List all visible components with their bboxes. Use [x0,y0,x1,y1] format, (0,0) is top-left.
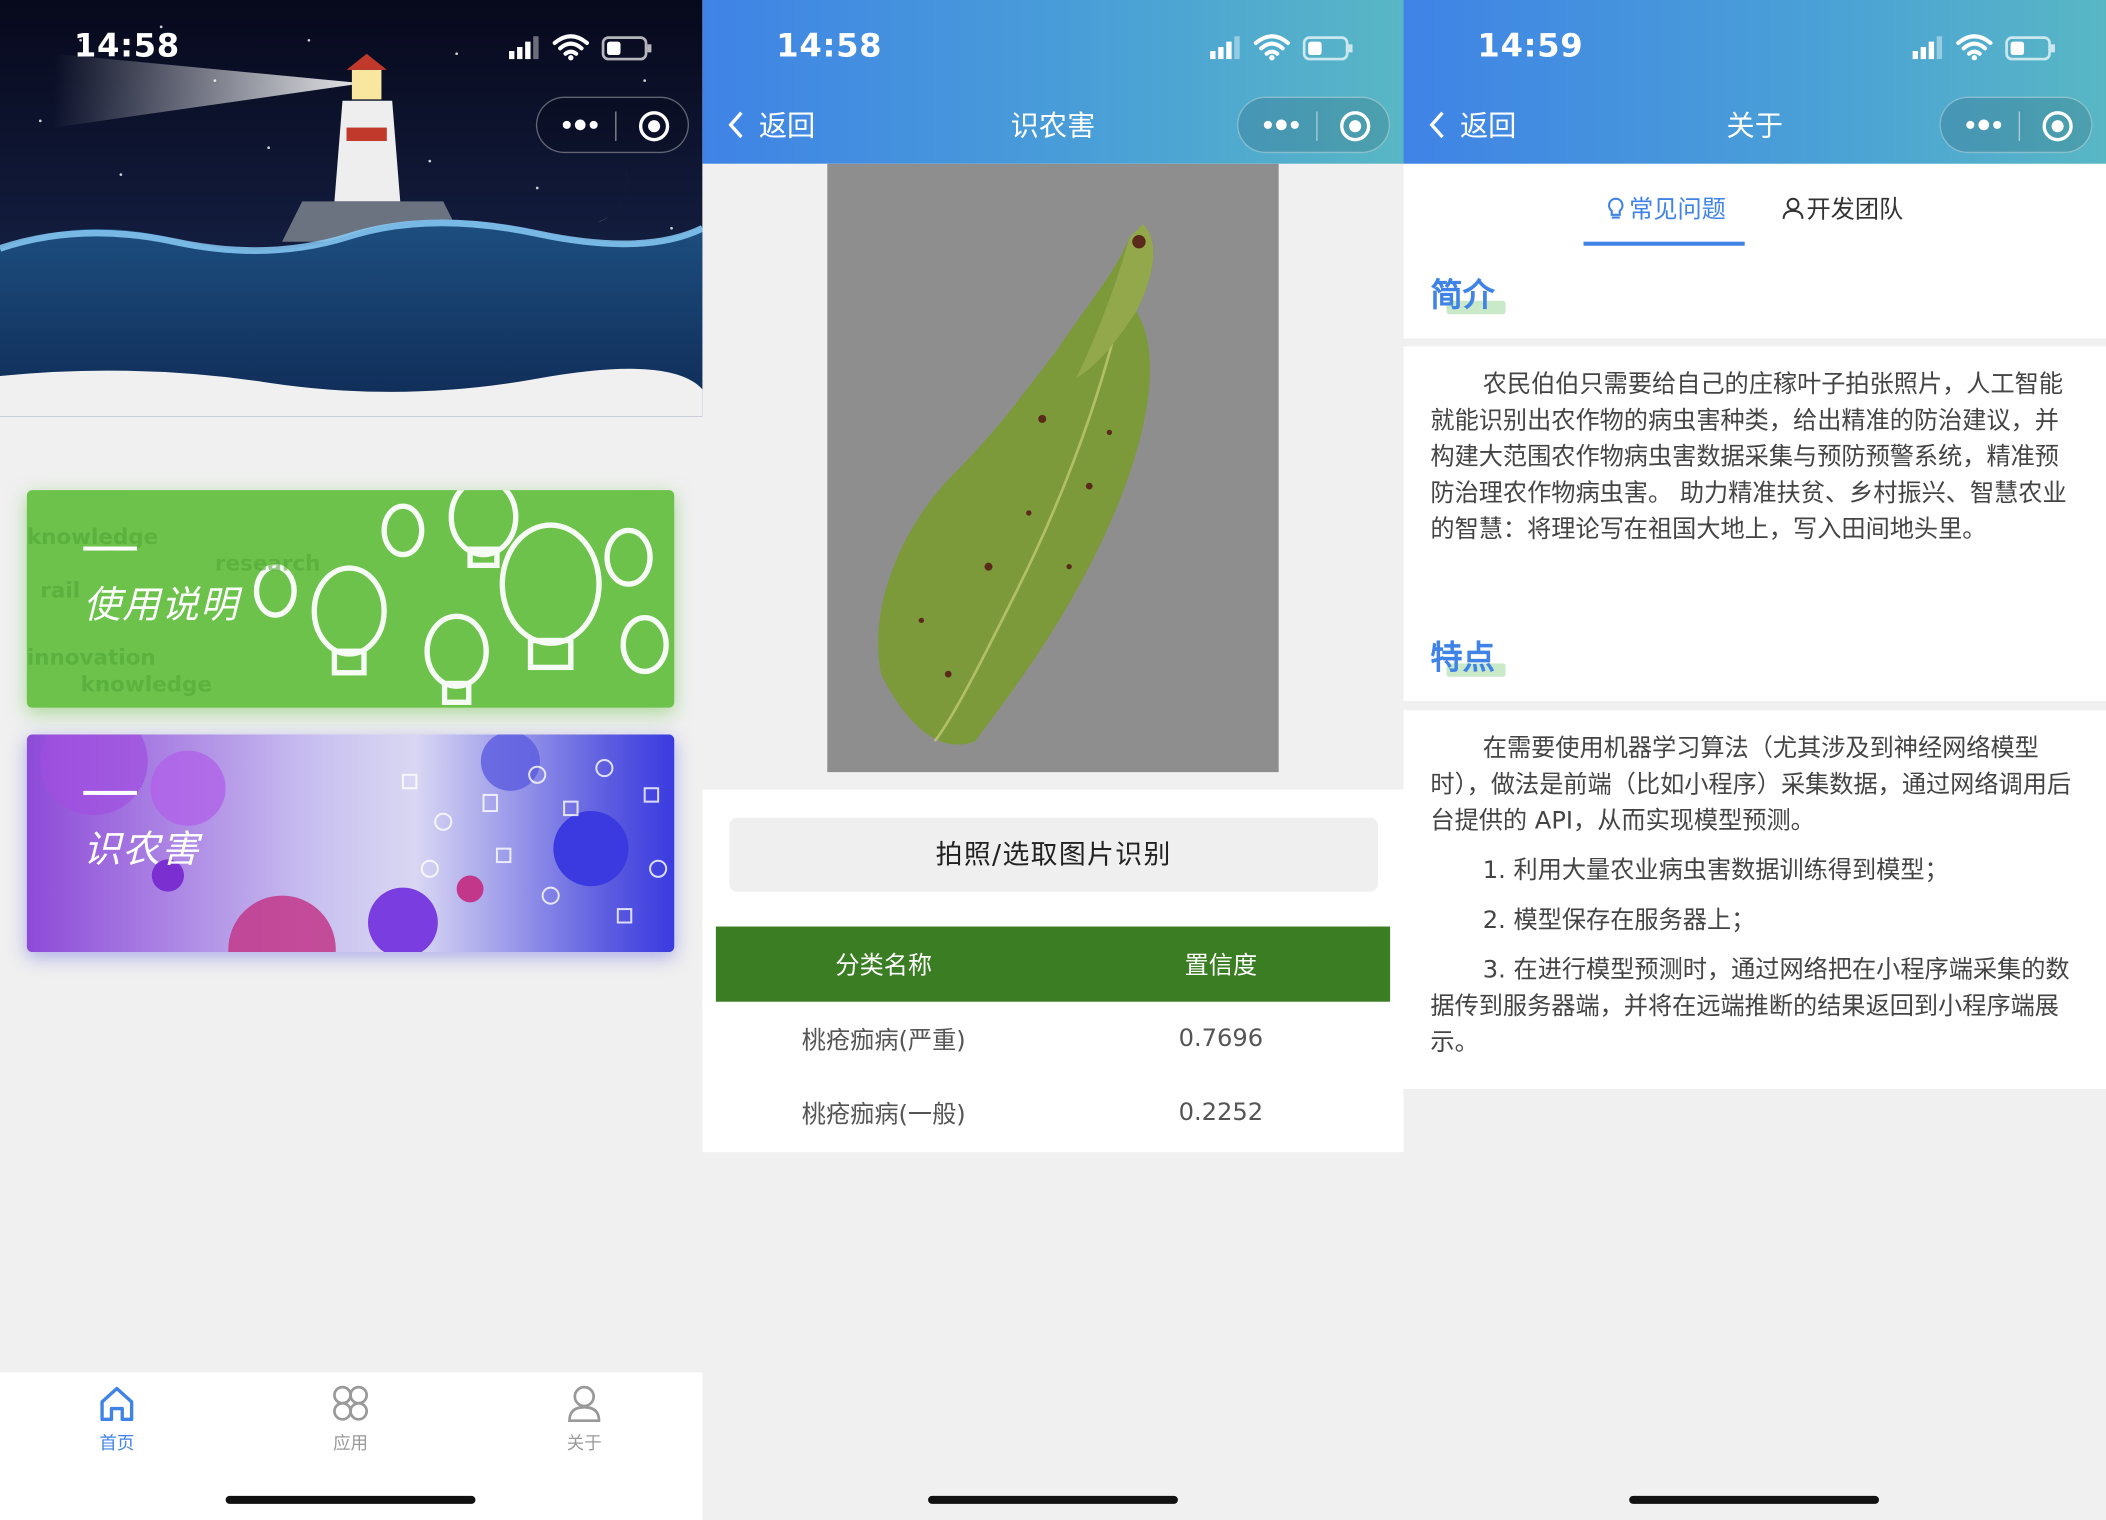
apps-icon [333,1385,369,1421]
svg-text:knowledge: knowledge [81,673,212,698]
status-icons [1210,32,1355,64]
result-table: 分类名称 置信度 桃疮痂病(严重) 0.7696 桃疮痂病(一般) 0.2252 [715,926,1391,1150]
user-icon [568,1385,601,1423]
features-title: 特点 [1430,639,1495,677]
intro-title: 简介 [1430,276,1495,315]
status-icons [509,32,654,64]
take-photo-button[interactable]: 拍照/选取图片识别 [729,817,1379,892]
tab-home[interactable]: 首页 [63,1383,170,1464]
column-header-class: 分类名称 [835,952,933,981]
photo-preview-area [702,163,1404,790]
status-time: 14:58 [73,26,180,65]
features-text: 在需要使用机器学习算法（尤其涉及到神经网络模型时），做法是前端（比如小程序）采集… [1430,734,2072,836]
tab-team-label: 开发团队 [1806,196,1904,225]
svg-text:rail: rail [40,579,80,604]
class-name-cell: 桃疮痂病(一般) [801,1100,966,1129]
mini-program-capsule [1939,96,2093,154]
home-indicator [1629,1495,1879,1504]
confidence-cell: 0.7696 [1178,1024,1264,1053]
result-panel: 拍照/选取图片识别 分类名称 置信度 桃疮痂病(严重) 0.7696 桃疮痂病(… [702,789,1404,1153]
bottom-tab-bar: 首页 应用 关于 [0,1372,703,1520]
more-icon[interactable] [560,111,600,138]
tab-about[interactable]: 关于 [531,1383,638,1464]
bulb-icon [1607,197,1624,219]
leaf-photo [827,163,1279,773]
column-header-confidence: 置信度 [1184,952,1258,981]
svg-text:innovation: innovation [27,646,156,671]
table-row: 桃疮痂病(一般) 0.2252 [716,1076,1390,1150]
features-section-header: 特点 [1403,615,2106,701]
svg-text:research: research [215,552,321,577]
home-screen: 14:58 knowledge rail innovation knowledg… [0,0,703,1520]
confidence-cell: 0.2252 [1178,1098,1264,1127]
tab-apps-label: 应用 [333,1434,369,1455]
class-name-cell: 桃疮痂病(严重) [801,1026,966,1055]
intro-text: 农民伯伯只需要给自己的庄稼叶子拍张照片，人工智能就能识别出农作物的病虫害种类，给… [1430,370,2067,544]
more-icon[interactable] [1964,111,2004,138]
active-tab-indicator [1583,241,1745,246]
status-icons [1912,32,2058,64]
intro-body: 农民伯伯只需要给自己的庄稼叶子拍张照片，人工智能就能识别出农作物的病虫害种类，给… [1403,346,2106,616]
close-capsule-icon[interactable] [1338,109,1373,144]
tab-team[interactable]: 开发团队 [1782,191,1903,226]
status-time: 14:58 [776,26,883,65]
close-capsule-icon[interactable] [637,109,672,144]
pest-recognition-title: 识农害 [83,827,201,872]
tab-apps[interactable]: 应用 [297,1383,404,1464]
tab-faq-label: 常见问题 [1629,196,1726,225]
more-icon[interactable] [1261,111,1301,138]
recognition-screen: 14:58 返回 识农害 拍照/选取图片识别 分类名称 置信度 桃疮痂病(严重)… [702,0,1404,1520]
status-bar: 14:58 [702,0,1403,94]
features-body: 在需要使用机器学习算法（尤其涉及到神经网络模型时），做法是前端（比如小程序）采集… [1403,710,2106,1090]
tab-about-label: 关于 [566,1434,602,1455]
tab-faq[interactable]: 常见问题 [1605,191,1726,226]
intro-section-header: 简介 [1403,252,2106,339]
about-screen: 14:59 返回 关于 常见问题 开发团队 简介 农民伯伯只需要给自己的庄稼叶子… [1403,0,2106,1520]
list-item: 1. 利用大量农业病虫害数据训练得到模型； [1482,856,1949,885]
home-icon [100,1386,134,1422]
card-dash-decoration [83,546,137,551]
list-item: 2. 模型保存在服务器上； [1482,906,1756,935]
usage-guide-title: 使用说明 [83,582,240,628]
table-row: 桃疮痂病(严重) 0.7696 [716,1002,1390,1076]
list-item: 3. 在进行模型预测时，通过网络把在小程序端采集的数据传到服务器端，并将在远端推… [1430,956,2070,1057]
usage-guide-card[interactable]: knowledge rail innovation knowledge research… [26,490,675,708]
pest-recognition-card[interactable]: 识农害 [26,734,675,953]
table-header: 分类名称 置信度 [715,926,1391,1002]
about-tabs: 常见问题 开发团队 [1403,163,2106,253]
status-bar: 14:59 [1404,0,2106,94]
status-bar: 14:58 [0,0,702,94]
tab-home-label: 首页 [99,1434,135,1455]
home-indicator [225,1495,476,1504]
person-icon [1782,197,1804,219]
close-capsule-icon[interactable] [2040,109,2075,144]
status-time: 14:59 [1477,26,1584,65]
home-indicator [928,1495,1178,1504]
card-dash-decoration [83,790,137,795]
mini-program-capsule [1236,96,1391,154]
mini-program-capsule [535,96,690,154]
